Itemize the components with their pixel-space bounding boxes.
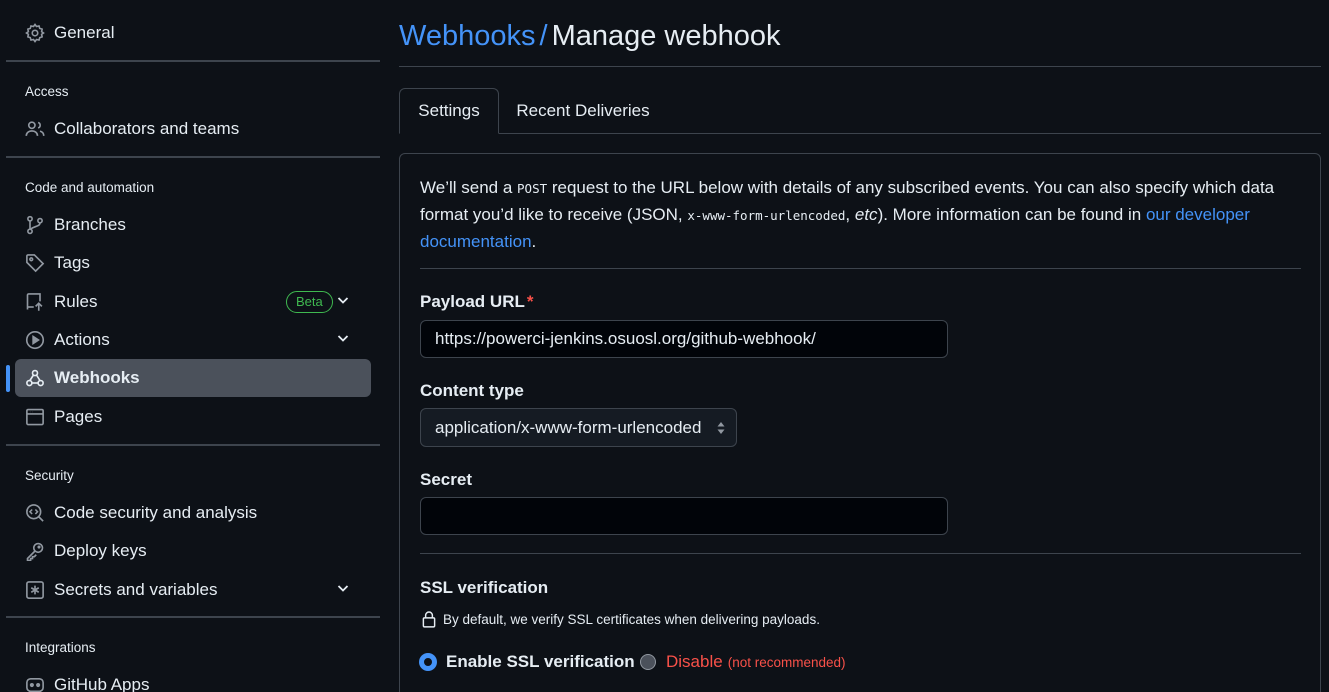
chevron-down-icon[interactable] xyxy=(335,580,351,596)
webhook-icon xyxy=(25,368,45,388)
sidebar-divider xyxy=(6,60,380,62)
ssl-note-text: By default, we verify SSL certificates w… xyxy=(443,611,820,627)
sidebar-item-github-apps[interactable]: GitHub Apps xyxy=(15,666,371,692)
ssl-disable-option[interactable]: Disable (not recommended) xyxy=(640,652,846,672)
sidebar-item-label: Secrets and variables xyxy=(54,580,218,599)
intro-text-part: , xyxy=(845,205,855,224)
content-type-label: Content type xyxy=(420,381,524,400)
people-icon xyxy=(25,119,45,139)
page-title-text: Manage webhook xyxy=(551,20,781,52)
ssl-disable-label: Disable xyxy=(666,652,723,671)
form-divider xyxy=(420,553,1301,554)
payload-url-label: Payload URL * xyxy=(420,292,533,312)
sidebar-item-label: Branches xyxy=(54,215,126,234)
lock-icon xyxy=(420,610,438,628)
tag-icon xyxy=(25,253,45,273)
post-code: POST xyxy=(517,181,548,196)
sidebar-divider xyxy=(6,444,380,446)
sidebar-item-label: Code security and analysis xyxy=(54,503,258,522)
sidebar-item-pages[interactable]: Pages xyxy=(15,398,371,436)
sidebar-item-label: Collaborators and teams xyxy=(54,119,240,138)
beta-badge: Beta xyxy=(286,291,333,313)
active-indicator xyxy=(6,365,10,392)
select-arrows-icon xyxy=(716,421,726,435)
section-heading-code-automation: Code and automation xyxy=(25,180,155,195)
etc-text: etc xyxy=(854,205,878,224)
intro-text-part: We’ll send a xyxy=(420,178,518,197)
apps-icon xyxy=(25,675,45,692)
required-mark: * xyxy=(526,292,534,311)
settings-sidebar: General Access Collaborators and teams C… xyxy=(0,0,386,692)
tab-recent-deliveries[interactable]: Recent Deliveries xyxy=(508,88,658,134)
play-icon xyxy=(25,330,45,350)
content-type-value: application/x-www-form-urlencoded xyxy=(435,417,702,437)
ssl-enable-label: Enable SSL verification xyxy=(446,652,635,671)
secret-input[interactable] xyxy=(420,497,948,535)
sidebar-item-webhooks[interactable]: Webhooks xyxy=(15,359,371,397)
tab-settings[interactable]: Settings xyxy=(399,88,499,134)
sidebar-item-deploy-keys[interactable]: Deploy keys xyxy=(15,532,371,570)
urlencoded-code: x-www-form-urlencoded xyxy=(687,208,846,223)
tabs-divider xyxy=(399,133,1321,134)
sidebar-divider xyxy=(6,616,380,618)
sidebar-item-branches[interactable]: Branches xyxy=(15,206,371,244)
ssl-note: By default, we verify SSL certificates w… xyxy=(420,610,820,628)
section-heading-security: Security xyxy=(25,468,74,483)
title-divider xyxy=(399,66,1321,67)
section-heading-access: Access xyxy=(25,84,69,99)
sidebar-item-secrets[interactable]: Secrets and variables xyxy=(15,571,371,609)
sidebar-item-label: General xyxy=(54,23,115,42)
sidebar-item-code-security[interactable]: Code security and analysis xyxy=(15,494,371,532)
ssl-enable-option[interactable]: Enable SSL verification xyxy=(420,652,635,672)
ssl-disable-radio[interactable] xyxy=(640,654,656,670)
intro-text: We’ll send a POST request to the URL bel… xyxy=(420,175,1300,255)
intro-text-part: ). More information can be found in xyxy=(877,205,1146,224)
sidebar-item-label: Deploy keys xyxy=(54,541,147,560)
sidebar-item-actions[interactable]: Actions xyxy=(15,321,371,359)
breadcrumb-webhooks[interactable]: Webhooks xyxy=(399,20,536,52)
ssl-enable-radio[interactable] xyxy=(420,654,436,670)
sidebar-item-tags[interactable]: Tags xyxy=(15,244,371,282)
secret-label: Secret xyxy=(420,470,472,489)
page-title: Webhooks / Manage webhook xyxy=(399,20,781,53)
sidebar-item-collaborators[interactable]: Collaborators and teams xyxy=(15,110,371,148)
codescan-icon xyxy=(25,503,45,523)
content-type-select[interactable]: application/x-www-form-urlencoded xyxy=(420,408,737,447)
form-divider xyxy=(420,268,1301,269)
chevron-down-icon[interactable] xyxy=(335,292,351,308)
sidebar-item-rules[interactable]: Rules Beta xyxy=(15,283,371,321)
sidebar-item-label: Actions xyxy=(54,330,110,349)
ssl-disable-note: (not recommended) xyxy=(727,654,846,670)
payload-url-input[interactable] xyxy=(420,320,948,358)
sidebar-item-label: GitHub Apps xyxy=(54,675,150,692)
sidebar-item-label: Rules xyxy=(54,292,98,311)
ssl-verification-heading: SSL verification xyxy=(420,578,549,597)
sidebar-item-general[interactable]: General xyxy=(15,14,371,52)
breadcrumb-separator: / xyxy=(539,20,548,52)
chevron-down-icon[interactable] xyxy=(335,330,351,346)
sidebar-item-label: Pages xyxy=(54,407,103,426)
payload-url-label-text: Payload URL xyxy=(420,292,525,311)
gear-icon xyxy=(25,23,45,43)
sidebar-item-label: Webhooks xyxy=(54,368,140,387)
branch-icon xyxy=(25,215,45,235)
sidebar-divider xyxy=(6,156,380,158)
asterisk-icon xyxy=(25,580,45,600)
section-heading-integrations: Integrations xyxy=(25,640,96,655)
intro-text-part: . xyxy=(531,232,537,251)
key-icon xyxy=(25,541,45,561)
repo-push-icon xyxy=(25,292,45,312)
sidebar-item-label: Tags xyxy=(54,253,90,272)
browser-icon xyxy=(25,407,45,427)
